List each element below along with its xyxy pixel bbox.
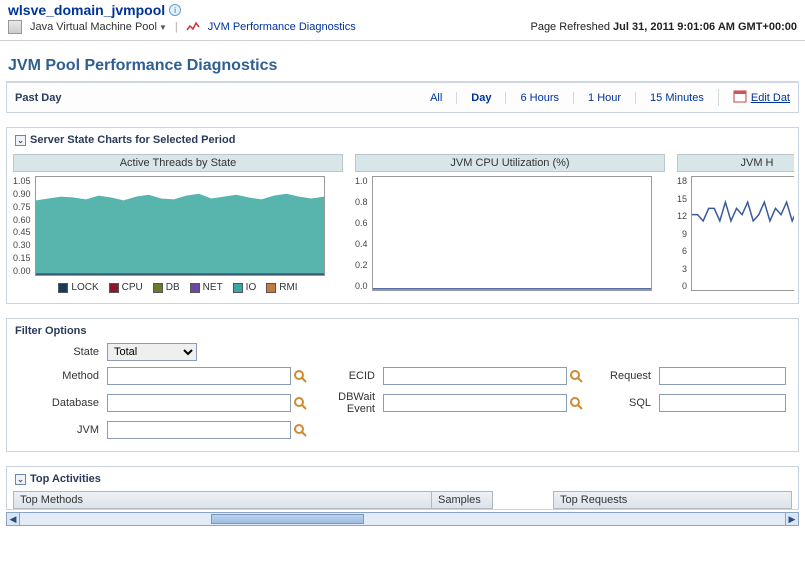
page-refresh-text: Page Refreshed Jul 31, 2011 9:01:06 AM G… — [530, 21, 797, 33]
page-title: JVM Pool Performance Diagnostics — [6, 53, 799, 83]
label-sql: SQL — [591, 397, 651, 409]
edit-date-link[interactable]: Edit Dat — [718, 89, 790, 106]
swatch-db — [153, 283, 163, 293]
time-range-bar: Past Day All Day 6 Hours 1 Hour 15 Minut… — [6, 83, 799, 113]
y-axis-ticks: 1.050.900.750.600.450.300.150.00 — [13, 176, 35, 276]
filter-options-section: Filter Options State Total Method ECID R… — [6, 318, 799, 452]
diagnostics-icon — [186, 20, 200, 34]
section-title: Filter Options — [15, 325, 87, 337]
search-icon[interactable] — [293, 369, 307, 383]
range-day[interactable]: Day — [456, 92, 505, 104]
range-all[interactable]: All — [416, 92, 456, 104]
chart-cpu-util: JVM CPU Utilization (%) 1.00.80.60.40.20… — [355, 154, 665, 293]
y-axis-ticks: 1815129630 — [677, 176, 691, 291]
scroll-track[interactable] — [20, 512, 785, 526]
state-select[interactable]: Total — [107, 343, 197, 361]
chart-title: JVM H — [677, 154, 794, 172]
plot-area — [372, 176, 652, 291]
swatch-rmi — [266, 283, 276, 293]
section-title: Top Activities — [30, 473, 101, 485]
past-day-label: Past Day — [15, 92, 61, 104]
label-database: Database — [19, 397, 99, 409]
label-dbwait: DBWait Event — [315, 391, 375, 415]
header-bar: wlsve_domain_jvmpool i Java Virtual Mach… — [0, 0, 805, 41]
server-state-charts-section: ⌄ Server State Charts for Selected Perio… — [6, 127, 799, 304]
plot-area — [691, 176, 794, 291]
jvm-pool-menu[interactable]: Java Virtual Machine Pool▼ — [30, 21, 167, 33]
range-1hour[interactable]: 1 Hour — [573, 92, 635, 104]
horizontal-scrollbar[interactable]: ◀ ▶ — [6, 512, 799, 526]
legend: LOCK CPU DB NET IO RMI — [13, 282, 343, 293]
y-axis-ticks: 1.00.80.60.40.20.0 — [355, 176, 372, 291]
range-6hours[interactable]: 6 Hours — [505, 92, 573, 104]
top-activities-section: ⌄ Top Activities Top Methods Samples Top… — [6, 466, 799, 510]
label-state: State — [19, 346, 99, 358]
method-input[interactable] — [107, 367, 291, 385]
search-icon[interactable] — [569, 396, 583, 410]
domain-title-link[interactable]: wlsve_domain_jvmpool — [8, 2, 165, 18]
top-methods-table: Top Methods Samples — [13, 491, 493, 509]
info-icon[interactable]: i — [169, 4, 181, 16]
chevron-down-icon: ▼ — [159, 23, 167, 32]
calendar-icon — [733, 89, 747, 106]
col-top-requests: Top Requests — [554, 492, 791, 508]
search-icon[interactable] — [569, 369, 583, 383]
label-method: Method — [19, 370, 99, 382]
section-title: Server State Charts for Selected Period — [30, 134, 235, 146]
label-request: Request — [591, 370, 651, 382]
breadcrumb: JVM Performance Diagnostics — [208, 21, 356, 33]
swatch-io — [233, 283, 243, 293]
label-ecid: ECID — [315, 370, 375, 382]
chart-title: Active Threads by State — [13, 154, 343, 172]
scroll-thumb[interactable] — [211, 514, 364, 524]
col-samples: Samples — [432, 492, 492, 508]
chart-title: JVM CPU Utilization (%) — [355, 154, 665, 172]
collapse-icon[interactable]: ⌄ — [15, 474, 26, 485]
collapse-icon[interactable]: ⌄ — [15, 135, 26, 146]
swatch-lock — [58, 283, 68, 293]
scroll-right-button[interactable]: ▶ — [785, 512, 799, 526]
search-icon[interactable] — [293, 396, 307, 410]
chart-active-threads: Active Threads by State 1.050.900.750.60… — [13, 154, 343, 293]
swatch-net — [190, 283, 200, 293]
jvm-input[interactable] — [107, 421, 291, 439]
ecid-input[interactable] — [383, 367, 567, 385]
label-jvm: JVM — [19, 424, 99, 436]
col-top-methods: Top Methods — [14, 492, 432, 508]
chart-heap: JVM H 1815129630 — [677, 154, 794, 293]
range-15min[interactable]: 15 Minutes — [635, 92, 718, 104]
database-input[interactable] — [107, 394, 291, 412]
swatch-cpu — [109, 283, 119, 293]
sql-input[interactable] — [659, 394, 786, 412]
divider: | — [175, 21, 178, 33]
dbwait-input[interactable] — [383, 394, 567, 412]
scroll-left-button[interactable]: ◀ — [6, 512, 20, 526]
search-icon[interactable] — [293, 423, 307, 437]
top-requests-table: Top Requests — [553, 491, 792, 509]
plot-area — [35, 176, 325, 276]
jvm-pool-icon — [8, 20, 22, 34]
request-input[interactable] — [659, 367, 786, 385]
